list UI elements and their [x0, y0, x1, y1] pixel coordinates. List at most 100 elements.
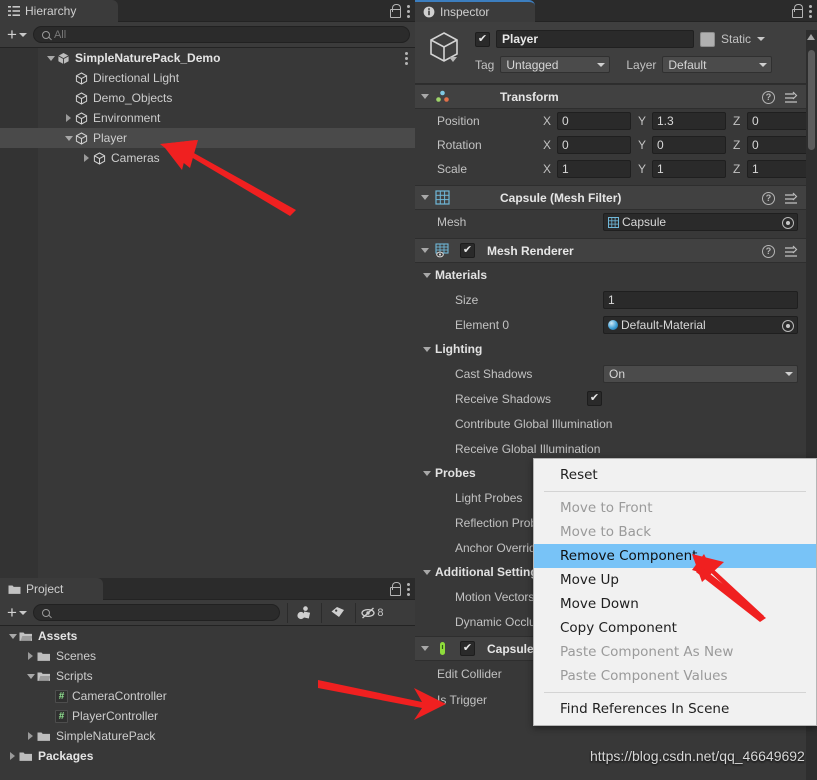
object-picker-icon[interactable]	[782, 217, 794, 229]
gameobject-enabled-checkbox[interactable]	[475, 31, 490, 47]
lock-icon[interactable]	[389, 4, 401, 18]
rotation-x-input[interactable]: 0	[557, 136, 631, 154]
capsule-collider-enabled-checkbox[interactable]	[460, 641, 475, 656]
tree-row[interactable]: Environment	[0, 108, 415, 128]
component-header-mesh-filter[interactable]: Capsule (Mesh Filter) ?	[415, 185, 817, 210]
tree-row[interactable]: Scripts	[0, 666, 415, 686]
receive-shadows-row: Receive Shadows	[415, 386, 817, 411]
materials-size-input[interactable]: 1	[603, 290, 798, 309]
gameobject-icon-dropdown[interactable]	[449, 57, 457, 62]
disclosure-triangle-icon[interactable]	[80, 154, 93, 162]
menu-item-remove-component[interactable]: Remove Component	[534, 544, 816, 568]
disclosure-triangle-icon[interactable]	[44, 55, 57, 61]
scroll-up-arrow-icon[interactable]	[807, 34, 815, 40]
help-icon[interactable]: ?	[762, 192, 775, 205]
disclosure-triangle-icon[interactable]	[6, 633, 19, 639]
tab-inspector[interactable]: Inspector	[415, 0, 535, 22]
tree-row[interactable]: Packages	[0, 746, 415, 766]
rotation-y-input[interactable]: 0	[652, 136, 726, 154]
scale-x-input[interactable]: 1	[557, 160, 631, 178]
tree-row[interactable]: SimpleNaturePack	[0, 726, 415, 746]
menu-item-reset[interactable]: Reset	[534, 463, 816, 487]
kebab-menu-icon[interactable]	[407, 4, 411, 18]
lock-icon[interactable]	[791, 4, 803, 18]
materials-element0-field[interactable]: Default-Material	[603, 315, 798, 334]
cast-shadows-dropdown[interactable]: On	[603, 364, 798, 383]
scene-menu-icon[interactable]	[405, 51, 409, 65]
menu-item-move-up[interactable]: Move Up	[534, 568, 816, 592]
component-header-actions: ?	[762, 186, 811, 211]
tree-row[interactable]: SimpleNaturePack_Demo	[0, 48, 415, 68]
tab-project[interactable]: Project	[0, 578, 103, 600]
tree-row[interactable]: Assets	[0, 626, 415, 646]
tree-row[interactable]: Demo_Objects	[0, 88, 415, 108]
tree-row[interactable]: Player	[0, 128, 415, 148]
plus-icon: +	[7, 602, 17, 622]
menu-item-copy-component[interactable]: Copy Component	[534, 616, 816, 640]
mesh-renderer-enabled-checkbox[interactable]	[460, 243, 475, 258]
tag-dropdown[interactable]: Untagged	[500, 56, 611, 73]
create-asset-button[interactable]: +	[5, 602, 29, 622]
component-header-transform[interactable]: Transform ?	[415, 84, 817, 109]
receive-shadows-checkbox[interactable]	[587, 391, 602, 406]
disclosure-triangle-icon[interactable]	[24, 673, 37, 679]
foldout-triangle-icon[interactable]	[423, 470, 431, 476]
project-search-input[interactable]	[32, 604, 280, 621]
tab-hierarchy[interactable]: Hierarchy	[0, 0, 118, 22]
component-context-menu[interactable]: Reset Move to Front Move to Back Remove Com…	[533, 458, 817, 726]
foldout-triangle-icon[interactable]	[423, 569, 431, 575]
tree-row-label: SimpleNaturePack	[56, 729, 156, 743]
disclosure-triangle-icon[interactable]	[24, 652, 37, 660]
tree-row[interactable]: Cameras	[0, 148, 415, 168]
hidden-packages-icon[interactable]: 8	[354, 602, 389, 623]
tree-row[interactable]: Scenes	[0, 646, 415, 666]
gameobject-name-input[interactable]: Player	[496, 30, 694, 48]
help-icon[interactable]: ?	[762, 91, 775, 104]
preset-icon[interactable]	[784, 245, 798, 259]
tree-row[interactable]: Directional Light	[0, 68, 415, 88]
static-dropdown-icon[interactable]	[757, 37, 766, 41]
disclosure-triangle-icon[interactable]	[6, 752, 19, 760]
tree-row[interactable]: # PlayerController	[0, 706, 415, 726]
position-x-input[interactable]: 0	[557, 112, 631, 130]
disclosure-triangle-icon[interactable]	[24, 732, 37, 740]
object-picker-icon[interactable]	[782, 319, 794, 332]
group-lighting[interactable]: Lighting	[415, 337, 817, 361]
group-materials[interactable]: Materials	[415, 263, 817, 287]
hierarchy-panel: Hierarchy + All SimpleNaturePack_Demo Dir…	[0, 0, 415, 578]
menu-item-move-down[interactable]: Move Down	[534, 592, 816, 616]
lock-icon[interactable]	[389, 582, 401, 596]
kebab-menu-icon[interactable]	[809, 4, 813, 18]
hierarchy-tree[interactable]: SimpleNaturePack_Demo Directional Light De…	[0, 48, 415, 578]
help-icon[interactable]: ?	[762, 245, 775, 258]
hierarchy-search-input[interactable]: All	[32, 26, 410, 43]
preset-icon[interactable]	[784, 91, 798, 105]
foldout-triangle-icon[interactable]	[421, 94, 429, 99]
menu-item-find-references-in-scene[interactable]: Find References In Scene	[534, 697, 816, 721]
static-checkbox[interactable]	[700, 31, 715, 47]
project-tree[interactable]: Assets Scenes Scripts # CameraController # Pla…	[0, 626, 415, 780]
scale-y-input[interactable]: 1	[652, 160, 726, 178]
disclosure-triangle-icon[interactable]	[62, 135, 75, 141]
search-icon	[41, 30, 50, 39]
create-object-button[interactable]: +	[5, 26, 29, 43]
foldout-triangle-icon[interactable]	[423, 272, 431, 278]
tree-row[interactable]: # CameraController	[0, 686, 415, 706]
preset-icon[interactable]	[784, 192, 798, 206]
inspector-scrollbar-thumb[interactable]	[808, 50, 815, 150]
foldout-triangle-icon[interactable]	[421, 646, 429, 651]
disclosure-triangle-icon[interactable]	[62, 114, 75, 122]
mesh-object-field[interactable]: Capsule	[603, 213, 798, 231]
layer-dropdown[interactable]: Default	[662, 56, 773, 73]
foldout-triangle-icon[interactable]	[421, 248, 429, 253]
axis-y-label: Y	[638, 138, 647, 152]
foldout-triangle-icon[interactable]	[421, 195, 429, 200]
component-header-mesh-renderer[interactable]: Mesh Renderer ?	[415, 238, 817, 263]
gameobject-header: Player Static Tag Untagged Layer Default	[415, 22, 817, 84]
kebab-menu-icon[interactable]	[407, 582, 411, 596]
foldout-triangle-icon[interactable]	[423, 346, 431, 352]
static-label: Static	[721, 32, 752, 46]
filter-by-label-icon[interactable]	[320, 602, 355, 623]
position-y-input[interactable]: 1.3	[652, 112, 726, 130]
filter-by-type-icon[interactable]	[286, 602, 321, 623]
